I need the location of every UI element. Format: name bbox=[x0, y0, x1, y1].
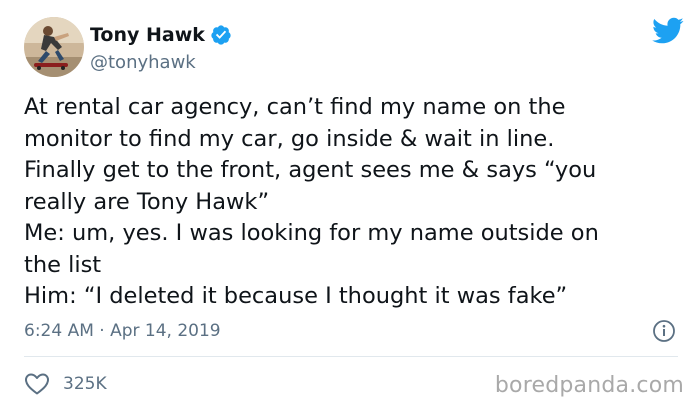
tweet-text: At rental car agency, can’t find my name… bbox=[24, 94, 599, 309]
like-count[interactable]: 325K bbox=[63, 369, 107, 399]
author-info: Tony Hawk @tonyhawk bbox=[90, 22, 232, 75]
tweet-header: Tony Hawk @tonyhawk bbox=[24, 17, 684, 79]
info-icon[interactable] bbox=[652, 319, 676, 343]
display-name[interactable]: Tony Hawk bbox=[90, 22, 205, 48]
divider bbox=[24, 356, 678, 357]
twitter-bird-icon[interactable] bbox=[652, 17, 684, 45]
timestamp[interactable]: 6:24 AM · Apr 14, 2019 bbox=[24, 321, 221, 341]
handle[interactable]: @tonyhawk bbox=[90, 51, 232, 75]
tweet-meta: 6:24 AM · Apr 14, 2019 bbox=[24, 317, 676, 345]
display-name-row: Tony Hawk bbox=[90, 22, 232, 48]
skateboarder-avatar-icon bbox=[24, 17, 84, 77]
verified-badge-icon bbox=[210, 24, 232, 46]
heart-icon[interactable] bbox=[24, 372, 50, 396]
watermark: boredpanda.com bbox=[494, 373, 684, 398]
avatar[interactable] bbox=[24, 17, 84, 77]
tweet-actions: 325K bbox=[24, 369, 107, 399]
